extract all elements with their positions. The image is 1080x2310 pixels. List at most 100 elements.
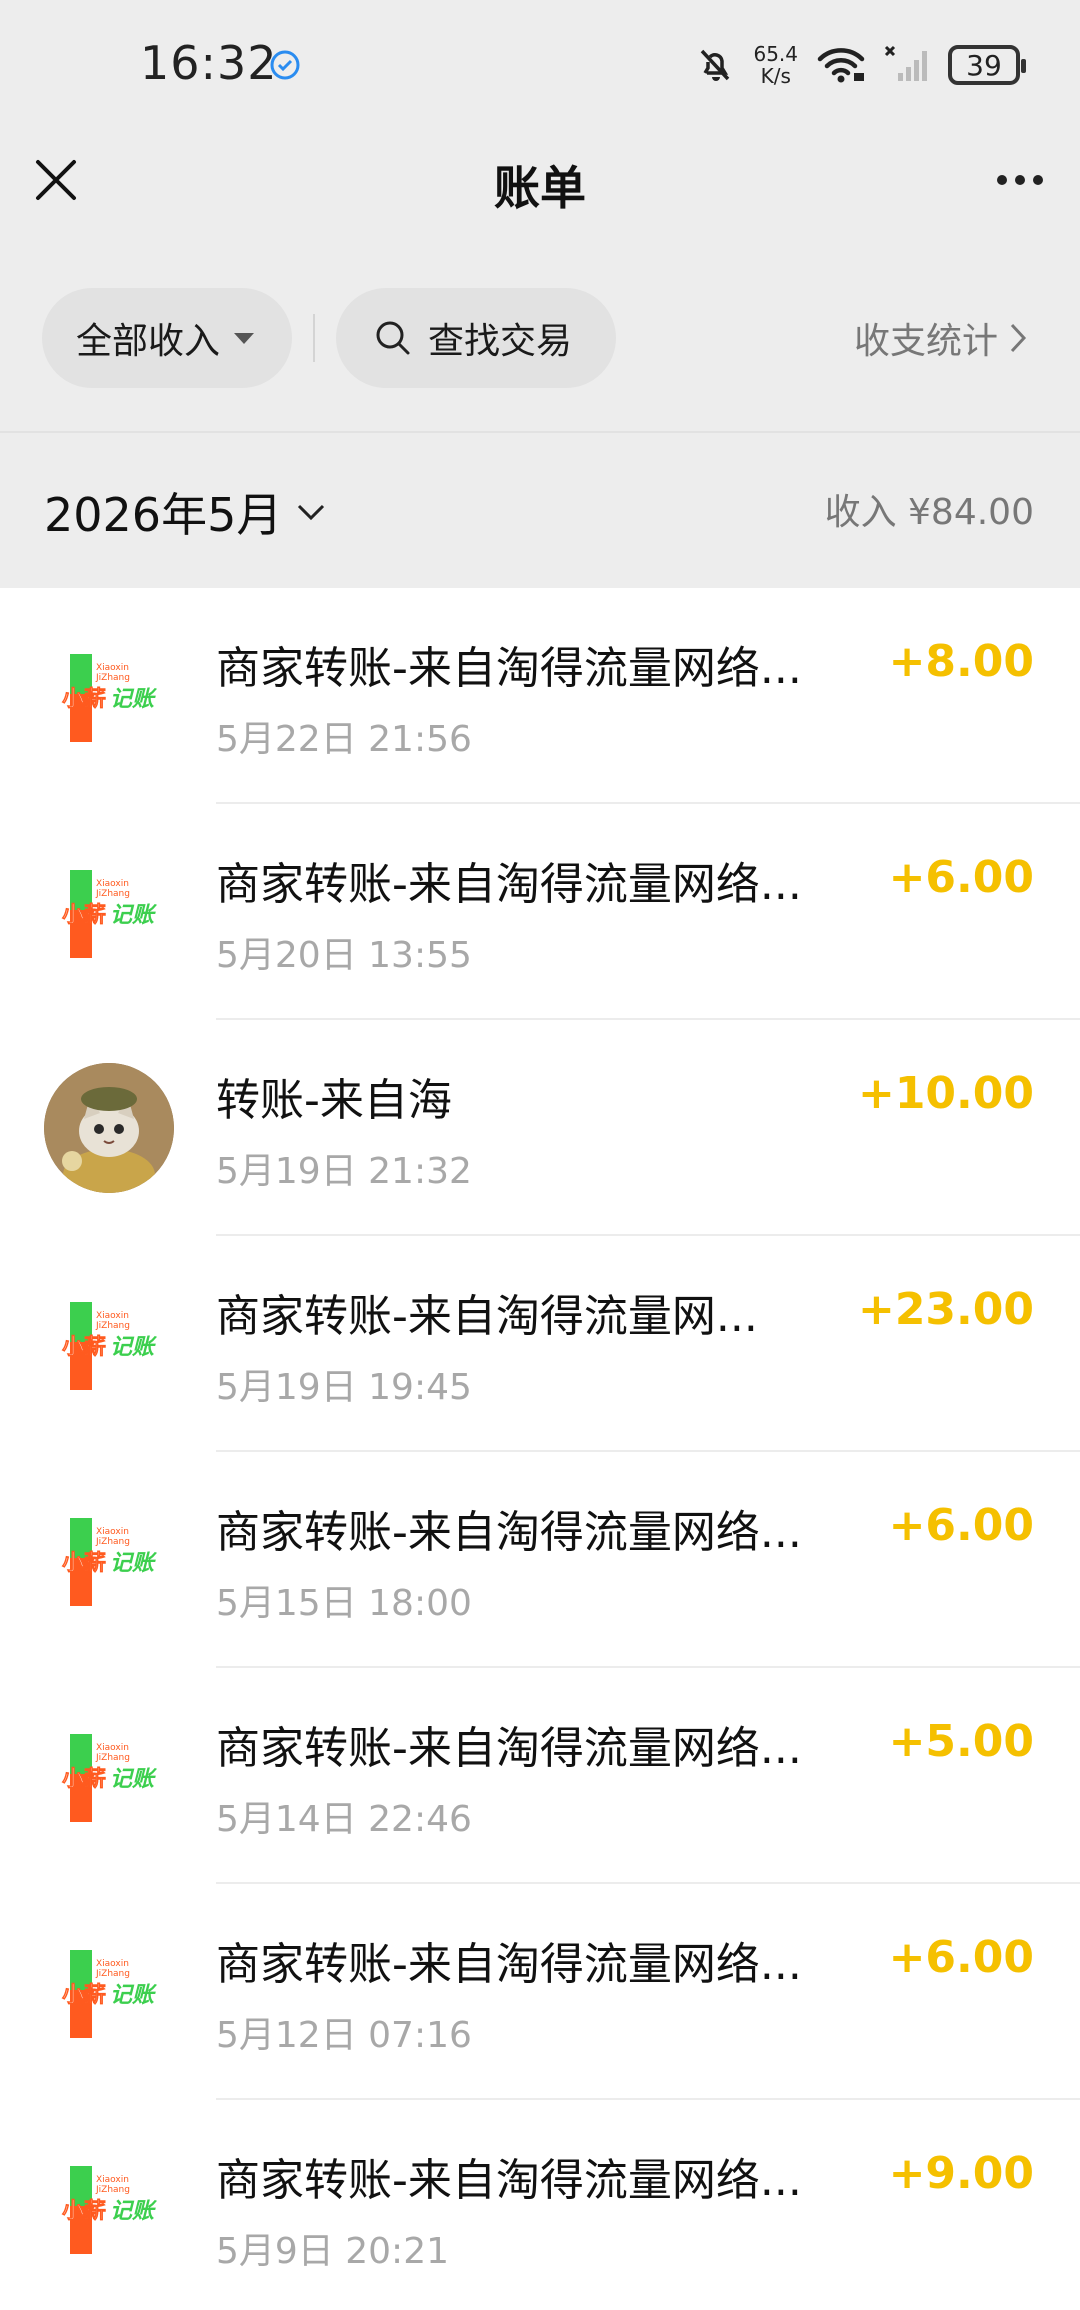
status-time: 16:32 <box>140 36 278 90</box>
logo-text: 记账 <box>110 903 157 928</box>
logo-text: 记账 <box>110 1983 157 2008</box>
status-bar: 16:32 65.4 K/s 39 <box>0 0 1080 130</box>
logo-text: 小薪 <box>62 1334 106 1360</box>
logo-small-text: Xiaoxin <box>96 1527 129 1537</box>
merchant-logo-icon: Xiaoxin JiZhang 小薪 记账 <box>62 1302 157 1390</box>
transaction-title: 商家转账-来自淘得流量网络... <box>216 859 802 910</box>
transaction-row[interactable]: Xiaoxin JiZhang 小薪 记账 商家转账-来自淘得流量网络... 5… <box>0 1668 1080 1884</box>
logo-small-text: JiZhang <box>95 1321 130 1331</box>
transaction-title: 商家转账-来自淘得流量网络... <box>216 2155 802 2206</box>
transaction-time: 5月12日 07:16 <box>216 2015 472 2056</box>
search-icon <box>376 321 410 355</box>
chevron-right-icon <box>1010 323 1027 353</box>
wifi-icon <box>817 48 865 83</box>
contact-avatar <box>44 1063 174 1193</box>
mute-bell-icon <box>701 49 730 81</box>
logo-small-text: Xiaoxin <box>96 1959 129 1969</box>
battery-icon: 39 <box>948 45 1026 85</box>
transaction-row[interactable]: Xiaoxin JiZhang 小薪 记账 商家转账-来自淘得流量网... 5月… <box>0 1236 1080 1452</box>
transaction-amount: +23.00 <box>857 1284 1034 1335</box>
filter-row: 全部收入 查找交易 收支统计 <box>0 288 1080 388</box>
more-dot <box>1033 175 1043 185</box>
more-dot <box>997 175 1007 185</box>
caret-down-icon <box>234 332 255 344</box>
transaction-row[interactable]: Xiaoxin JiZhang 小薪 记账 商家转账-来自淘得流量网络... 5… <box>0 1884 1080 2100</box>
net-speed: 65.4 K/s <box>753 43 798 87</box>
transaction-amount: +8.00 <box>888 636 1034 687</box>
transaction-title: 商家转账-来自淘得流量网... <box>216 1291 758 1342</box>
transaction-time: 5月20日 13:55 <box>216 935 472 976</box>
net-speed-unit: K/s <box>760 64 791 88</box>
merchant-logo-icon: Xiaoxin JiZhang 小薪 记账 <box>62 2166 157 2254</box>
logo-text: 记账 <box>110 2199 157 2224</box>
merchant-logo-icon: Xiaoxin JiZhang 小薪 记账 <box>62 1734 157 1822</box>
month-income-summary: 收入 ¥84.00 <box>824 492 1034 533</box>
transaction-amount: +5.00 <box>888 1716 1034 1767</box>
transaction-amount: +6.00 <box>888 1932 1034 1983</box>
transaction-time: 5月15日 18:00 <box>216 1583 472 1624</box>
logo-text: 小薪 <box>62 1550 106 1576</box>
month-selector[interactable]: 2026年5月 <box>44 479 326 545</box>
search-transactions-button[interactable]: 查找交易 <box>336 288 616 388</box>
merchant-logo-icon: Xiaoxin JiZhang 小薪 记账 <box>62 1950 157 2038</box>
transaction-time: 5月19日 19:45 <box>216 1367 472 1408</box>
transaction-title: 商家转账-来自淘得流量网络... <box>216 1723 802 1774</box>
transaction-amount: +6.00 <box>888 1500 1034 1551</box>
merchant-logo-icon: Xiaoxin JiZhang 小薪 记账 <box>62 870 157 958</box>
transaction-row[interactable]: Xiaoxin JiZhang 小薪 记账 商家转账-来自淘得流量网络... 5… <box>0 588 1080 804</box>
net-speed-value: 65.4 <box>753 42 798 66</box>
transaction-time: 5月14日 22:46 <box>216 1799 472 1840</box>
transaction-amount: +6.00 <box>888 852 1034 903</box>
logo-text: 记账 <box>110 687 157 712</box>
logo-small-text: JiZhang <box>95 1753 130 1763</box>
transaction-row[interactable]: Xiaoxin JiZhang 小薪 记账 商家转账-来自淘得流量网络... 5… <box>0 804 1080 1020</box>
transaction-title: 商家转账-来自淘得流量网络... <box>216 1939 802 1990</box>
logo-text: 小薪 <box>62 686 106 712</box>
merchant-logo-icon: Xiaoxin JiZhang 小薪 记账 <box>62 654 157 742</box>
nav-bar: 账单 <box>0 130 1080 234</box>
logo-text: 记账 <box>110 1551 157 1576</box>
logo-small-text: Xiaoxin <box>96 879 129 889</box>
transaction-time: 5月9日 20:21 <box>216 2231 449 2272</box>
stats-link[interactable]: 收支统计 <box>854 288 1028 388</box>
logo-small-text: JiZhang <box>95 889 130 899</box>
stats-label: 收支统计 <box>853 321 998 362</box>
transaction-row[interactable]: Xiaoxin JiZhang 小薪 记账 商家转账-来自淘得流量网络... 5… <box>0 1452 1080 1668</box>
page-title: 账单 <box>494 161 586 215</box>
status-icons: 65.4 K/s 39 <box>695 40 1026 90</box>
no-signal-icon <box>884 45 927 81</box>
logo-text: 记账 <box>110 1767 157 1792</box>
transaction-time: 5月22日 21:56 <box>216 719 472 760</box>
merchant-logo-icon: Xiaoxin JiZhang 小薪 记账 <box>62 1518 157 1606</box>
more-dot <box>1015 175 1025 185</box>
logo-small-text: Xiaoxin <box>96 1311 129 1321</box>
search-label: 查找交易 <box>428 321 573 362</box>
logo-small-text: JiZhang <box>95 1969 130 1979</box>
logo-small-text: Xiaoxin <box>96 2175 129 2185</box>
logo-text: 小薪 <box>62 1766 106 1792</box>
logo-text: 小薪 <box>62 1982 106 2008</box>
transaction-list: Xiaoxin JiZhang 小薪 记账 商家转账-来自淘得流量网络... 5… <box>0 588 1080 2310</box>
month-header: 2026年5月 收入 ¥84.00 <box>0 433 1080 588</box>
logo-small-text: JiZhang <box>95 673 130 683</box>
month-label: 2026年5月 <box>44 488 283 542</box>
logo-text: 小薪 <box>62 902 106 928</box>
verified-icon <box>270 50 300 80</box>
transaction-title: 商家转账-来自淘得流量网络... <box>216 643 802 694</box>
divider <box>313 314 315 362</box>
income-filter-dropdown[interactable]: 全部收入 <box>42 288 292 388</box>
logo-small-text: JiZhang <box>95 2185 130 2195</box>
more-icon[interactable] <box>988 152 1052 208</box>
battery-level: 39 <box>966 48 1002 82</box>
cat-avatar-icon <box>44 1063 174 1193</box>
transaction-row[interactable]: 转账-来自海 5月19日 21:32 +10.00 <box>0 1020 1080 1236</box>
transaction-amount: +10.00 <box>857 1068 1034 1119</box>
transaction-title: 转账-来自海 <box>216 1075 452 1126</box>
income-filter-label: 全部收入 <box>76 321 221 362</box>
transaction-time: 5月19日 21:32 <box>216 1151 472 1192</box>
transaction-row[interactable]: Xiaoxin JiZhang 小薪 记账 商家转账-来自淘得流量网络... 5… <box>0 2100 1080 2310</box>
logo-text: 小薪 <box>62 2198 106 2224</box>
transaction-amount: +9.00 <box>888 2148 1034 2199</box>
logo-small-text: JiZhang <box>95 1537 130 1547</box>
transaction-title: 商家转账-来自淘得流量网络... <box>216 1507 802 1558</box>
